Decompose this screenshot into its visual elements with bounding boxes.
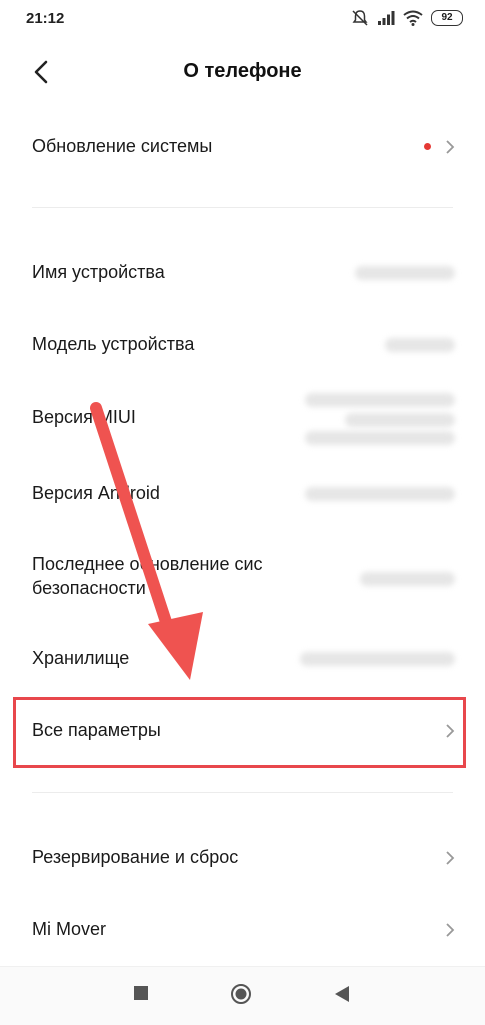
backup-reset-row[interactable]: Резервирование и сброс bbox=[0, 835, 485, 881]
security-update-value-blurred bbox=[360, 572, 455, 586]
navigation-bar bbox=[0, 966, 485, 1025]
security-update-label-line1: Последнее обновление сис bbox=[32, 554, 263, 574]
device-model-row: Модель устройства bbox=[0, 322, 485, 368]
device-name-label: Имя устройства bbox=[32, 262, 165, 282]
device-name-value-blurred bbox=[355, 266, 455, 280]
device-model-value-blurred bbox=[385, 338, 455, 352]
storage-row[interactable]: Хранилище bbox=[0, 636, 485, 682]
android-version-value-blurred bbox=[305, 487, 455, 501]
highlight-box bbox=[13, 697, 466, 768]
divider bbox=[32, 792, 453, 793]
update-badge bbox=[424, 143, 431, 150]
miui-version-row[interactable]: Версия MIUI bbox=[0, 385, 485, 449]
miui-version-value-blurred bbox=[305, 431, 455, 445]
chevron-right-icon bbox=[446, 140, 455, 154]
signal-icon bbox=[378, 11, 395, 25]
chevron-right-icon bbox=[446, 923, 455, 937]
storage-value-blurred bbox=[300, 652, 455, 666]
miui-version-label: Версия MIUI bbox=[32, 407, 136, 427]
back-nav-icon[interactable] bbox=[334, 985, 350, 1003]
device-model-label: Модель устройства bbox=[32, 334, 195, 354]
status-time: 21:12 bbox=[26, 10, 65, 27]
divider bbox=[32, 207, 453, 208]
mi-mover-label: Mi Mover bbox=[32, 919, 107, 939]
android-version-row[interactable]: Версия Android bbox=[0, 471, 485, 517]
system-update-row[interactable]: Обновление системы bbox=[0, 124, 485, 170]
home-icon[interactable] bbox=[230, 983, 252, 1005]
device-name-row[interactable]: Имя устройства bbox=[0, 250, 485, 296]
battery-icon: 92 bbox=[431, 10, 463, 26]
status-bar: 21:12 92 bbox=[0, 0, 485, 40]
recents-icon[interactable] bbox=[133, 985, 149, 1001]
status-icons: 92 bbox=[351, 9, 463, 27]
wifi-icon bbox=[403, 10, 423, 26]
miui-version-value-blurred bbox=[305, 393, 455, 407]
miui-version-value-blurred bbox=[345, 413, 455, 427]
security-update-row: Последнее обновление сис безопасности bbox=[0, 548, 485, 608]
header: О телефоне bbox=[0, 48, 485, 100]
system-update-label: Обновление системы bbox=[32, 136, 213, 156]
android-version-label: Версия Android bbox=[32, 483, 160, 503]
security-update-label-line2: безопасности bbox=[32, 578, 146, 598]
backup-reset-label: Резервирование и сброс bbox=[32, 847, 239, 867]
storage-label: Хранилище bbox=[32, 648, 130, 668]
mute-icon bbox=[352, 10, 368, 26]
chevron-right-icon bbox=[446, 851, 455, 865]
page-title: О телефоне bbox=[183, 60, 302, 82]
mi-mover-row[interactable]: Mi Mover bbox=[0, 907, 485, 953]
